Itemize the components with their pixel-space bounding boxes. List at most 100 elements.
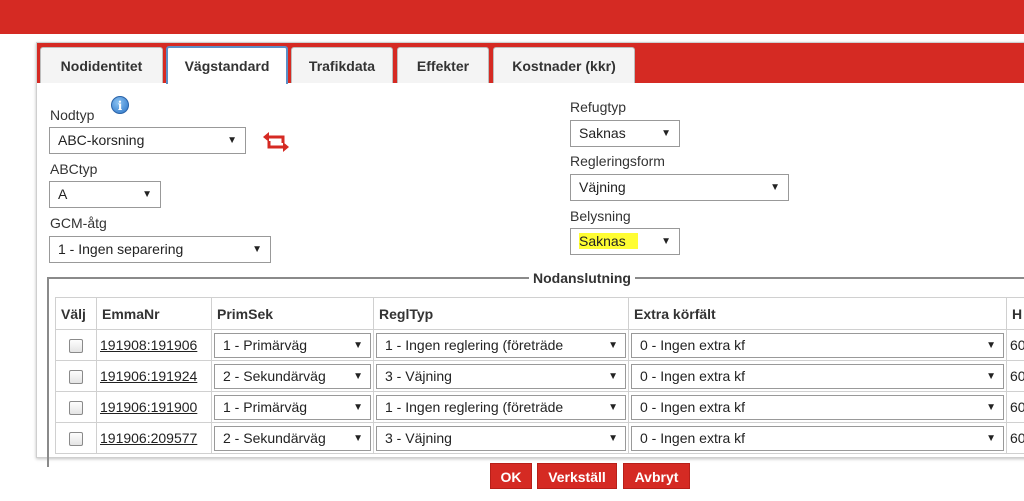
nodanslutning-table: Välj EmmaNr PrimSek ReglTyp Extra körfäl…	[55, 297, 1024, 454]
gcm-value: 1 - Ingen separering	[58, 241, 184, 257]
chevron-down-icon: ▼	[349, 364, 363, 388]
table-row: 191906:191924 2 - Sekundärväg ▼ 3 - Väjni…	[55, 360, 1024, 392]
chevron-down-icon: ▼	[661, 236, 671, 247]
primsek-cell: 1 - Primärväg ▼	[211, 391, 374, 423]
chevron-down-icon: ▼	[142, 189, 152, 200]
select-cell	[55, 422, 97, 454]
extra-select[interactable]: 0 - Ingen extra kf ▼	[631, 363, 1004, 389]
tab-strip: Nodidentitet Vägstandard Trafikdata Effe…	[37, 43, 1024, 84]
ok-button[interactable]: OK	[490, 463, 532, 489]
apply-button[interactable]: Verkställ	[537, 463, 617, 489]
regltyp-select[interactable]: 3 - Väjning ▼	[376, 425, 626, 451]
table-row: 191906:209577 2 - Sekundärväg ▼ 3 - Väjni…	[55, 422, 1024, 454]
refugtyp-label: Refugtyp	[570, 99, 627, 115]
chevron-down-icon: ▼	[604, 426, 618, 450]
gcm-label: GCM-åtg	[50, 215, 107, 231]
h-cell: 60	[1006, 329, 1024, 361]
belysning-label: Belysning	[570, 208, 631, 224]
gcm-select[interactable]: 1 - Ingen separering ▼	[49, 236, 271, 263]
extra-value: 0 - Ingen extra kf	[640, 429, 746, 446]
info-icon[interactable]: i	[111, 96, 129, 114]
emma-link[interactable]: 191906:191924	[97, 368, 197, 384]
chevron-down-icon: ▼	[604, 395, 618, 419]
extra-select[interactable]: 0 - Ingen extra kf ▼	[631, 425, 1004, 451]
tab-effekter[interactable]: Effekter	[397, 47, 489, 83]
h-value: 60	[1010, 368, 1024, 384]
col-regltyp: ReglTyp	[373, 297, 629, 330]
extra-cell: 0 - Ingen extra kf ▼	[628, 329, 1007, 361]
top-banner	[0, 0, 1024, 34]
primsek-select[interactable]: 2 - Sekundärväg ▼	[214, 363, 371, 389]
emma-cell: 191906:191900	[96, 391, 212, 423]
tab-vagstandard[interactable]: Vägstandard	[166, 46, 288, 84]
emma-link[interactable]: 191906:191900	[97, 399, 197, 415]
extra-value: 0 - Ingen extra kf	[640, 398, 746, 415]
belysning-select[interactable]: Saknas ▼	[570, 228, 680, 255]
emma-link[interactable]: 191906:209577	[97, 430, 197, 446]
extra-cell: 0 - Ingen extra kf ▼	[628, 360, 1007, 392]
node-dialog: Nodidentitet Vägstandard Trafikdata Effe…	[36, 42, 1024, 467]
tab-nodidentitet[interactable]: Nodidentitet	[40, 47, 163, 83]
regleringsform-select[interactable]: Väjning ▼	[570, 174, 789, 201]
primsek-cell: 2 - Sekundärväg ▼	[211, 360, 374, 392]
chevron-down-icon: ▼	[604, 333, 618, 357]
extra-value: 0 - Ingen extra kf	[640, 336, 746, 353]
emma-cell: 191906:209577	[96, 422, 212, 454]
row-checkbox[interactable]	[69, 401, 83, 416]
regltyp-cell: 1 - Ingen reglering (företräde ▼	[373, 391, 629, 423]
regltyp-value: 1 - Ingen reglering (företräde	[385, 398, 564, 415]
select-cell	[55, 391, 97, 423]
primsek-value: 2 - Sekundärväg	[223, 367, 326, 384]
primsek-cell: 2 - Sekundärväg ▼	[211, 422, 374, 454]
regltyp-cell: 1 - Ingen reglering (företräde ▼	[373, 329, 629, 361]
abctyp-select[interactable]: A ▼	[49, 181, 161, 208]
h-cell: 60	[1006, 391, 1024, 423]
primsek-value: 2 - Sekundärväg	[223, 429, 326, 446]
belysning-value: Saknas	[579, 233, 638, 249]
primsek-select[interactable]: 1 - Primärväg ▼	[214, 394, 371, 420]
refugtyp-select[interactable]: Saknas ▼	[570, 120, 680, 147]
table-header-row: Välj EmmaNr PrimSek ReglTyp Extra körfäl…	[55, 297, 1024, 330]
tab-kostnader[interactable]: Kostnader (kkr)	[493, 47, 635, 83]
primsek-select[interactable]: 1 - Primärväg ▼	[214, 332, 371, 358]
nodtyp-value: ABC-korsning	[58, 132, 145, 148]
primsek-value: 1 - Primärväg	[223, 336, 308, 353]
emma-link[interactable]: 191908:191906	[97, 337, 197, 353]
extra-select[interactable]: 0 - Ingen extra kf ▼	[631, 332, 1004, 358]
primsek-select[interactable]: 2 - Sekundärväg ▼	[214, 425, 371, 451]
regltyp-value: 3 - Väjning	[385, 367, 452, 384]
row-checkbox[interactable]	[69, 339, 83, 354]
row-checkbox[interactable]	[69, 370, 83, 385]
regltyp-select[interactable]: 1 - Ingen reglering (företräde ▼	[376, 332, 626, 358]
regltyp-select[interactable]: 1 - Ingen reglering (företräde ▼	[376, 394, 626, 420]
chevron-down-icon: ▼	[661, 128, 671, 139]
table-row: 191908:191906 1 - Primärväg ▼ 1 - Ingen r…	[55, 329, 1024, 361]
chevron-down-icon: ▼	[770, 182, 780, 193]
chevron-down-icon: ▼	[982, 426, 996, 450]
col-emmanr: EmmaNr	[96, 297, 212, 330]
cancel-button[interactable]: Avbryt	[623, 463, 690, 489]
extra-select[interactable]: 0 - Ingen extra kf ▼	[631, 394, 1004, 420]
nodtyp-select[interactable]: ABC-korsning ▼	[49, 127, 246, 154]
h-value: 60	[1010, 399, 1024, 415]
chevron-down-icon: ▼	[227, 135, 237, 146]
col-h: H	[1006, 297, 1024, 330]
chevron-down-icon: ▼	[252, 244, 262, 255]
extra-cell: 0 - Ingen extra kf ▼	[628, 391, 1007, 423]
emma-cell: 191908:191906	[96, 329, 212, 361]
tab-trafikdata[interactable]: Trafikdata	[291, 47, 393, 83]
swap-icon[interactable]	[263, 131, 289, 153]
col-extra-korfalt: Extra körfält	[628, 297, 1007, 330]
nodtyp-label: Nodtyp	[50, 107, 95, 123]
h-value: 60	[1010, 337, 1024, 353]
chevron-down-icon: ▼	[349, 395, 363, 419]
regltyp-cell: 3 - Väjning ▼	[373, 422, 629, 454]
col-primsek: PrimSek	[211, 297, 374, 330]
extra-value: 0 - Ingen extra kf	[640, 367, 746, 384]
regltyp-select[interactable]: 3 - Väjning ▼	[376, 363, 626, 389]
row-checkbox[interactable]	[69, 432, 83, 447]
refugtyp-value: Saknas	[579, 125, 626, 141]
regltyp-cell: 3 - Väjning ▼	[373, 360, 629, 392]
regleringsform-value: Väjning	[579, 179, 626, 195]
select-cell	[55, 360, 97, 392]
